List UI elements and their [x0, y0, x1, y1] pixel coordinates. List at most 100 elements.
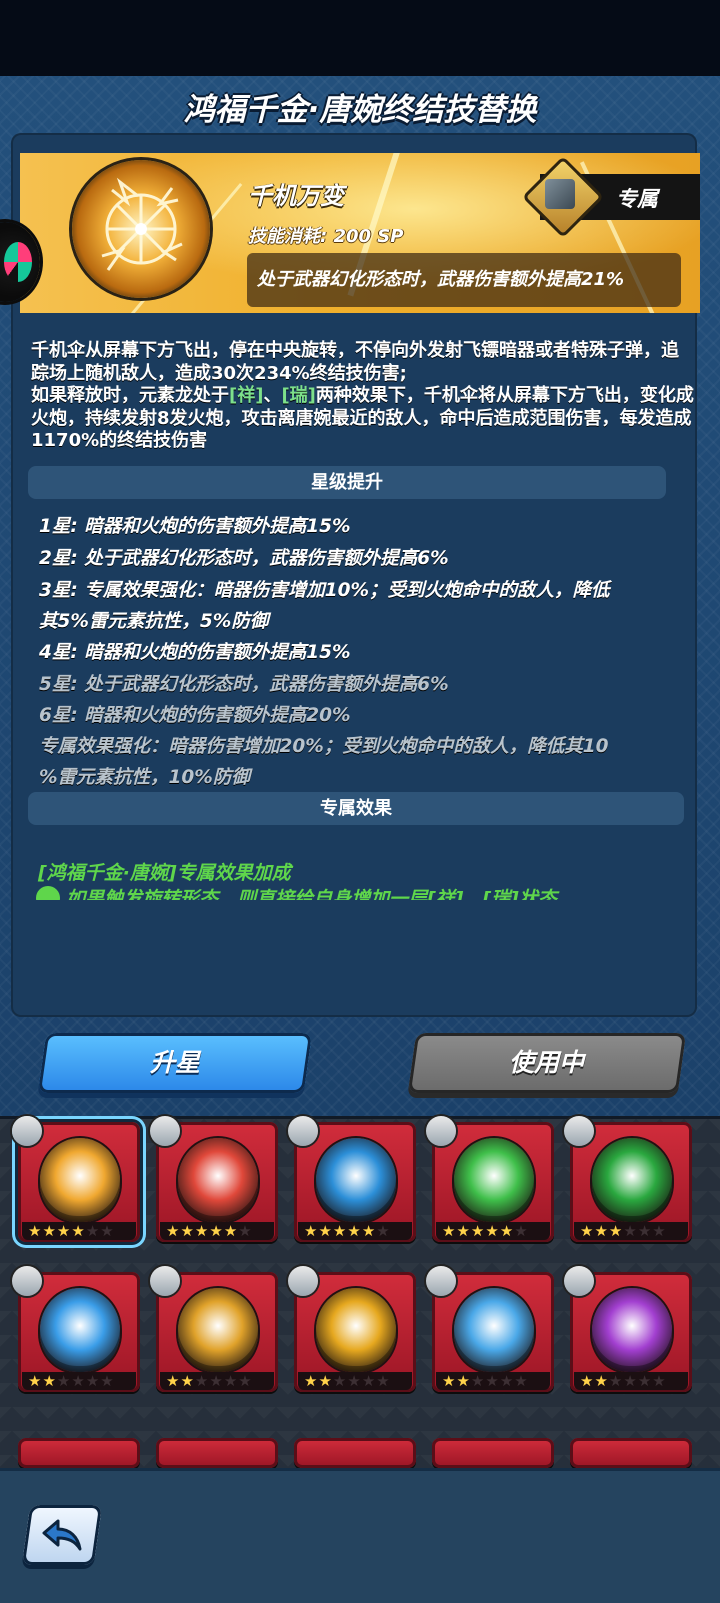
star-empty-icon: ★	[499, 1372, 515, 1390]
skill-card[interactable]: ★★★★★★	[288, 1266, 416, 1392]
star-empty-icon: ★	[332, 1372, 348, 1390]
back-arrow-icon	[42, 1519, 82, 1551]
ice-claw-icon	[454, 1288, 534, 1372]
character-avatar	[426, 1116, 456, 1146]
lightning-burst-icon	[316, 1288, 396, 1372]
character-avatar	[150, 1116, 180, 1146]
star-filled-icon: ★	[580, 1372, 595, 1390]
star-filled-icon: ★	[442, 1222, 457, 1240]
star-filled-icon: ★	[42, 1222, 57, 1240]
description-paragraph-2: 如果释放时，元素龙处于[祥]、[瑞]两种效果下，千机伞将从屏幕下方飞出，变化成火…	[31, 385, 695, 453]
star-rating: ★★★★★★	[160, 1222, 274, 1240]
star-filled-icon: ★	[304, 1222, 319, 1240]
skill-description: 千机伞从屏幕下方飞出，停在中央旋转，不停向外发射飞镖暗器或者特殊子弹，追踪场上随…	[31, 340, 695, 453]
star-filled-icon: ★	[361, 1222, 377, 1240]
skill-card-partial[interactable]	[432, 1438, 554, 1468]
star-line-3: 3星: 专属效果强化：暗器伤害增加10%；受到火炮命中的敌人，降低	[39, 580, 610, 601]
star-empty-icon: ★	[361, 1372, 377, 1390]
tag-xiang: [祥]	[229, 385, 264, 406]
in-use-button[interactable]: 使用中	[407, 1033, 687, 1093]
star-empty-icon: ★	[608, 1372, 624, 1390]
star-empty-icon: ★	[376, 1372, 391, 1390]
character-avatar	[288, 1116, 318, 1146]
star-filled-icon: ★	[194, 1222, 210, 1240]
star-line-1: 1星: 暗器和火炮的伤害额外提高15%	[39, 516, 351, 537]
star-empty-icon: ★	[100, 1372, 115, 1390]
star-filled-icon: ★	[580, 1222, 595, 1240]
skill-card[interactable]: ★★★★★★	[12, 1116, 140, 1242]
star-empty-icon: ★	[514, 1372, 529, 1390]
star-empty-icon: ★	[637, 1222, 653, 1240]
purple-cauldron-icon	[592, 1288, 672, 1372]
skill-card[interactable]: ★★★★★★	[150, 1116, 278, 1242]
star-empty-icon: ★	[56, 1372, 72, 1390]
back-button[interactable]	[21, 1505, 103, 1565]
star-line-3-cont: 其5%雷元素抗性，5%防御	[39, 611, 269, 632]
star-empty-icon: ★	[85, 1372, 101, 1390]
star-filled-icon: ★	[470, 1222, 486, 1240]
star-rating: ★★★★★★	[298, 1372, 412, 1390]
skill-card[interactable]: ★★★★★★	[564, 1266, 692, 1392]
green-beam-icon	[454, 1138, 534, 1222]
star-filled-icon: ★	[456, 1372, 471, 1390]
skill-card[interactable]: ★★★★★★	[426, 1266, 554, 1392]
exclusive-bonus-title: [鸿福千金·唐婉]专属效果加成	[38, 862, 291, 884]
star-rating: ★★★★★★	[298, 1222, 412, 1240]
character-avatar	[426, 1266, 456, 1296]
character-avatar	[150, 1266, 180, 1296]
star-filled-icon: ★	[166, 1372, 181, 1390]
skill-card[interactable]: ★★★★★★	[426, 1116, 554, 1242]
star-filled-icon: ★	[485, 1222, 500, 1240]
star-rating: ★★★★★★	[574, 1222, 688, 1240]
castle-icon	[40, 1288, 120, 1372]
umbrella-pinwheel-icon	[40, 1138, 120, 1222]
skill-name: 千机万变	[248, 182, 344, 210]
star-rating: ★★★★★★	[436, 1372, 550, 1390]
skill-card[interactable]: ★★★★★★	[150, 1266, 278, 1392]
page-title: 鸿福千金·唐婉终结技替换	[183, 92, 537, 128]
tag-rui: [瑞]	[281, 385, 316, 406]
skill-card[interactable]: ★★★★★★	[12, 1266, 140, 1392]
star-empty-icon: ★	[238, 1222, 253, 1240]
skill-card-partial[interactable]	[570, 1438, 692, 1468]
star-filled-icon: ★	[318, 1222, 333, 1240]
star-empty-icon: ★	[100, 1222, 115, 1240]
star-filled-icon: ★	[594, 1222, 609, 1240]
star-empty-icon: ★	[85, 1222, 101, 1240]
star-filled-icon: ★	[209, 1222, 224, 1240]
yin-yang-icon	[316, 1138, 396, 1222]
skill-cost: 技能消耗: 200 SP	[248, 226, 404, 247]
star-rating: ★★★★★★	[160, 1372, 274, 1390]
skill-card-partial[interactable]	[18, 1438, 140, 1468]
character-avatar	[288, 1266, 318, 1296]
description-text: 如果释放时，元素龙处于	[31, 385, 229, 406]
skill-card-partial[interactable]	[294, 1438, 416, 1468]
upgrade-star-button[interactable]: 升星	[37, 1033, 313, 1093]
star-empty-icon: ★	[637, 1372, 653, 1390]
star-filled-icon: ★	[304, 1372, 319, 1390]
skill-card[interactable]: ★★★★★★	[288, 1116, 416, 1242]
star-empty-icon: ★	[652, 1222, 667, 1240]
star-empty-icon: ★	[238, 1372, 253, 1390]
exclusive-label: 专属	[616, 187, 658, 211]
character-avatar	[564, 1116, 594, 1146]
star-filled-icon: ★	[28, 1372, 43, 1390]
star-empty-icon: ★	[209, 1372, 224, 1390]
character-avatar	[12, 1116, 42, 1146]
star-empty-icon: ★	[652, 1372, 667, 1390]
star-filled-icon: ★	[499, 1222, 515, 1240]
star-filled-icon: ★	[42, 1372, 57, 1390]
star-line-5: 5星: 处于武器幻化形态时，武器伤害额外提高6%	[39, 674, 449, 695]
star-filled-icon: ★	[56, 1222, 72, 1240]
star-filled-icon: ★	[608, 1222, 624, 1240]
bottom-bar	[0, 1468, 720, 1603]
skill-card-partial[interactable]	[156, 1438, 278, 1468]
star-filled-icon: ★	[594, 1372, 609, 1390]
skill-card[interactable]: ★★★★★★	[564, 1116, 692, 1242]
dragon-head-icon	[592, 1138, 672, 1222]
character-avatar	[564, 1266, 594, 1296]
star-empty-icon: ★	[71, 1372, 86, 1390]
status-bar	[0, 0, 720, 76]
star-empty-icon: ★	[347, 1372, 362, 1390]
exclusive-bonus-clip: 如果触发旋转形态，则直接给自身增加一层[祥]、[瑞]状态	[34, 886, 654, 900]
